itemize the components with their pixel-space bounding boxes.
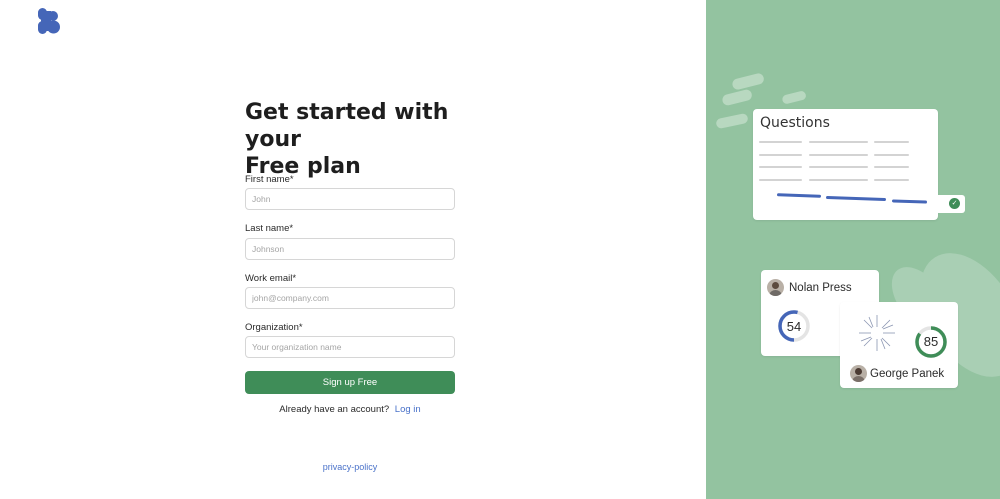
work-email-field[interactable] — [245, 287, 455, 309]
signup-panel: Get started with your Free plan First na… — [0, 0, 706, 499]
illustration-panel: Questions ✓ Nolan Press 54 85 George Pan… — [706, 0, 1000, 499]
avatar — [767, 279, 784, 296]
login-link[interactable]: Log in — [395, 404, 421, 415]
login-prompt: Already have an account? — [279, 404, 390, 415]
sparkle-icon — [859, 315, 895, 351]
score-value-2: 85 — [923, 334, 939, 349]
page-title: Get started with your Free plan — [245, 99, 485, 180]
questions-card: Questions — [753, 109, 938, 220]
score-value-1: 54 — [786, 319, 802, 334]
last-name-field[interactable] — [245, 238, 455, 260]
work-email-label: Work email* — [245, 273, 297, 284]
score-card-2: 85 George Panek — [840, 302, 958, 388]
first-name-field[interactable] — [245, 188, 455, 210]
login-row: Already have an account? Log in — [245, 404, 455, 415]
brand-logo-icon[interactable] — [38, 8, 60, 34]
questions-title: Questions — [760, 115, 830, 131]
sign-up-button[interactable]: Sign up Free — [245, 371, 455, 394]
person-name-2: George Panek — [870, 368, 945, 380]
last-name-label: Last name* — [245, 223, 294, 234]
first-name-label: First name* — [245, 174, 294, 185]
title-line-1: Get started with your — [245, 100, 449, 152]
avatar — [850, 365, 867, 382]
decorative-leaves-icon — [716, 73, 1000, 377]
privacy-policy-link[interactable]: privacy-policy — [245, 462, 455, 472]
check-icon: ✓ — [949, 198, 960, 209]
organization-label: Organization* — [245, 322, 303, 333]
person-name-1: Nolan Press — [789, 282, 852, 294]
answer-tab: ✓ — [935, 195, 965, 213]
organization-field[interactable] — [245, 336, 455, 358]
